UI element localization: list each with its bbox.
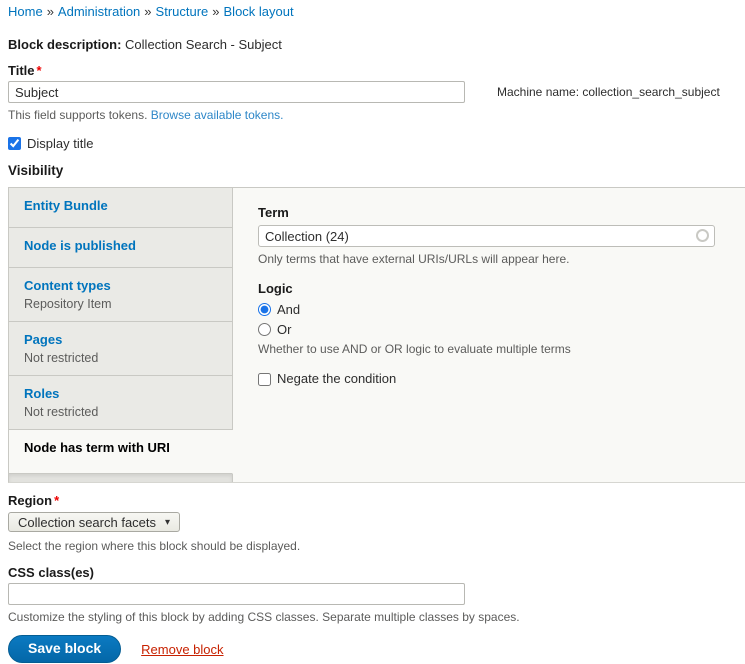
logic-and-radio[interactable]: [258, 303, 271, 316]
tab-roles[interactable]: Roles Not restricted: [9, 376, 233, 430]
css-classes-input[interactable]: [8, 583, 465, 605]
required-marker: *: [54, 493, 59, 508]
title-label: Title*: [8, 63, 745, 79]
tab-summary: Not restricted: [24, 351, 222, 366]
region-selected-value: Collection search facets: [18, 515, 156, 530]
breadcrumb-separator: »: [144, 4, 151, 19]
title-description-text: This field supports tokens.: [8, 108, 147, 122]
title-label-text: Title: [8, 63, 35, 78]
visibility-tabs-menu: Entity Bundle Node is published Content …: [9, 188, 233, 482]
region-field-group: Region* Collection search facets ▾ Selec…: [8, 493, 745, 554]
region-select[interactable]: Collection search facets ▾: [8, 512, 180, 532]
tab-label: Entity Bundle: [24, 198, 222, 214]
required-marker: *: [37, 63, 42, 78]
tab-node-is-published[interactable]: Node is published: [9, 228, 233, 268]
tab-label: Pages: [24, 332, 222, 348]
save-block-button[interactable]: Save block: [8, 635, 121, 663]
term-autocomplete-input[interactable]: [258, 225, 715, 247]
region-label: Region*: [8, 493, 745, 509]
title-description: This field supports tokens. Browse avail…: [8, 108, 745, 123]
display-title-label: Display title: [27, 136, 93, 151]
autocomplete-throbber-icon: [696, 229, 709, 242]
term-label: Term: [258, 205, 723, 221]
breadcrumb-link-home[interactable]: Home: [8, 4, 43, 19]
logic-or-label: Or: [277, 322, 291, 337]
tabs-menu-filler: [9, 474, 233, 482]
logic-and-label: And: [277, 302, 300, 317]
negate-condition-checkbox[interactable]: [258, 373, 271, 386]
css-classes-field-group: CSS class(es) Customize the styling of t…: [8, 565, 745, 625]
tab-label: Content types: [24, 278, 222, 294]
tab-label: Roles: [24, 386, 222, 402]
css-classes-label: CSS class(es): [8, 565, 745, 581]
breadcrumb-link-administration[interactable]: Administration: [58, 4, 140, 19]
tab-content-types[interactable]: Content types Repository Item: [9, 268, 233, 322]
machine-name: Machine name: collection_search_subject: [497, 85, 720, 99]
breadcrumb: Home»Administration»Structure»Block layo…: [8, 4, 745, 19]
tab-summary: Repository Item: [24, 297, 222, 312]
tab-summary: Not restricted: [24, 405, 222, 420]
tab-entity-bundle[interactable]: Entity Bundle: [9, 188, 233, 228]
breadcrumb-link-structure[interactable]: Structure: [156, 4, 209, 19]
display-title-checkbox[interactable]: [8, 137, 21, 150]
term-description: Only terms that have external URIs/URLs …: [258, 252, 723, 267]
visibility-vertical-tabs: Entity Bundle Node is published Content …: [8, 187, 745, 483]
title-input[interactable]: [8, 81, 465, 103]
region-label-text: Region: [8, 493, 52, 508]
tab-node-has-term-with-uri[interactable]: Node has term with URI: [9, 430, 233, 474]
title-field-group: Title* Machine name: collection_search_s…: [8, 63, 745, 123]
breadcrumb-link-block-layout[interactable]: Block layout: [224, 4, 294, 19]
breadcrumb-separator: »: [212, 4, 219, 19]
browse-tokens-link[interactable]: Browse available tokens.: [151, 108, 284, 122]
css-classes-description: Customize the styling of this block by a…: [8, 610, 745, 625]
logic-description: Whether to use AND or OR logic to evalua…: [258, 342, 723, 357]
form-actions: Save block Remove block: [8, 635, 745, 663]
remove-block-link[interactable]: Remove block: [141, 642, 223, 657]
logic-or-radio[interactable]: [258, 323, 271, 336]
region-description: Select the region where this block shoul…: [8, 539, 745, 554]
term-condition-pane: Term Only terms that have external URIs/…: [233, 188, 745, 482]
breadcrumb-separator: »: [47, 4, 54, 19]
display-title-row: Display title: [8, 136, 745, 151]
negate-condition-label: Negate the condition: [277, 371, 396, 387]
logic-label: Logic: [258, 281, 723, 297]
tab-label: Node has term with URI: [24, 440, 222, 456]
block-description-label: Block description:: [8, 37, 121, 52]
tab-pages[interactable]: Pages Not restricted: [9, 322, 233, 376]
tab-label: Node is published: [24, 238, 222, 254]
block-description-value: Collection Search - Subject: [125, 37, 282, 52]
block-description: Block description: Collection Search - S…: [8, 37, 745, 53]
visibility-heading: Visibility: [8, 162, 745, 179]
chevron-down-icon: ▾: [165, 517, 170, 528]
